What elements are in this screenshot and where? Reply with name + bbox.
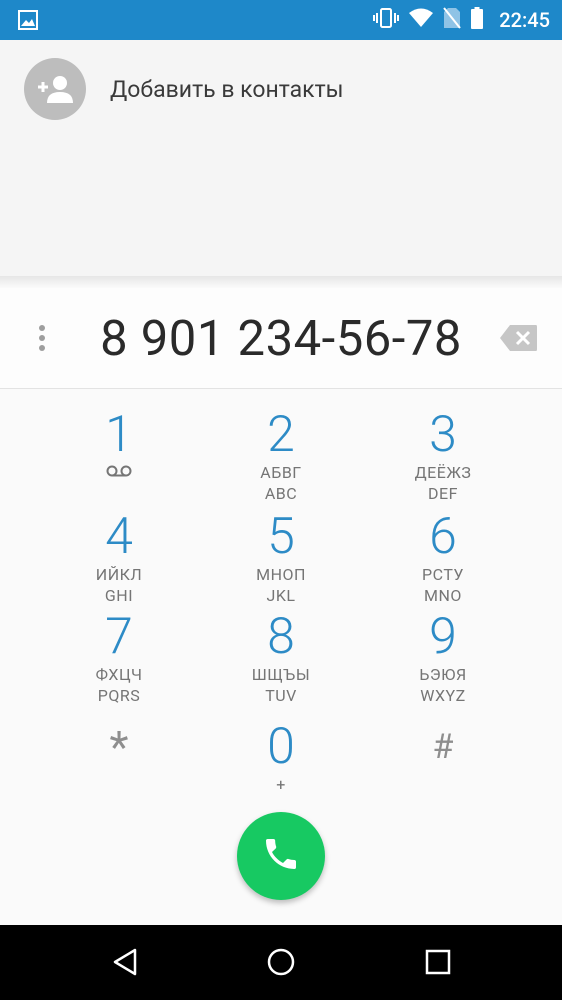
key-letters-ru: ФХЦЧ <box>95 665 143 684</box>
key-digit: 7 <box>105 608 133 666</box>
vibrate-icon <box>373 7 400 33</box>
key-letters-ru: АБВГ <box>260 463 302 482</box>
key-digit: 0 <box>267 718 295 776</box>
add-to-contacts-row[interactable]: Добавить в контакты <box>24 58 344 120</box>
key-letters-ru: РСТУ <box>422 565 464 584</box>
key-letters-en: TUV <box>265 686 297 705</box>
key-7[interactable]: 7 ФХЦЧ PQRS <box>44 610 194 706</box>
key-letters-en: DEF <box>428 484 458 503</box>
key-letters-ru: ЬЭЮЯ <box>419 665 467 684</box>
recents-icon[interactable] <box>424 947 452 981</box>
key-digit: 5 <box>267 508 295 566</box>
call-button[interactable] <box>237 812 325 900</box>
key-8[interactable]: 8 ШЩЪЫ TUV <box>206 610 356 706</box>
key-digit: 9 <box>429 608 457 666</box>
wifi-icon <box>409 8 434 32</box>
dialed-number[interactable]: 8 901 234-56-78 <box>0 310 562 367</box>
key-letters-ru: ИЙКЛ <box>95 565 143 584</box>
dialpad: 1 2 АБВГ ABC 3 ДЕЁЖЗ DEF 4 ИЙКЛ GHI 5 МН… <box>0 390 562 800</box>
key-plus: + <box>276 775 286 794</box>
key-6[interactable]: 6 РСТУ MNO <box>368 510 518 606</box>
key-hash[interactable]: # <box>368 720 518 774</box>
key-digit: 1 <box>105 406 133 464</box>
key-digit: 3 <box>429 406 457 464</box>
key-9[interactable]: 9 ЬЭЮЯ WXYZ <box>368 610 518 706</box>
no-sim-icon <box>443 7 462 33</box>
status-bar: 22:45 <box>0 0 562 40</box>
clock: 22:45 <box>499 8 550 32</box>
key-letters-ru: ДЕЁЖЗ <box>414 463 472 482</box>
key-5[interactable]: 5 МНОП JKL <box>206 510 356 606</box>
key-letters-ru: МНОП <box>256 565 306 584</box>
key-letters-ru: ШЩЪЫ <box>251 665 311 684</box>
key-digit: # <box>432 727 454 767</box>
divider-shadow <box>0 276 562 288</box>
back-icon[interactable] <box>110 947 140 981</box>
voicemail-icon <box>44 462 194 483</box>
key-digit: * <box>109 721 129 773</box>
key-4[interactable]: 4 ИЙКЛ GHI <box>44 510 194 606</box>
key-digit: 2 <box>267 406 295 464</box>
backspace-icon[interactable] <box>500 324 538 356</box>
navigation-bar <box>0 925 562 1000</box>
key-letters-en: JKL <box>266 586 296 605</box>
key-letters-en: MNO <box>424 586 462 605</box>
dial-field: 8 901 234-56-78 <box>0 288 562 389</box>
add-contact-icon <box>24 58 86 120</box>
phone-icon <box>261 834 301 878</box>
key-letters-en: GHI <box>104 586 134 605</box>
key-letters-en: PQRS <box>97 686 141 705</box>
add-to-contacts-label: Добавить в контакты <box>110 75 344 103</box>
key-star[interactable]: * <box>44 720 194 774</box>
key-0[interactable]: 0 + <box>206 720 356 795</box>
key-letters-en: ABC <box>264 484 298 503</box>
key-letters-en: WXYZ <box>420 686 466 705</box>
key-digit: 4 <box>105 508 133 566</box>
key-3[interactable]: 3 ДЕЁЖЗ DEF <box>368 408 518 504</box>
key-1[interactable]: 1 <box>44 408 194 483</box>
battery-icon <box>471 7 484 33</box>
gallery-icon <box>18 10 38 34</box>
key-2[interactable]: 2 АБВГ ABC <box>206 408 356 504</box>
contact-suggestion-area: Добавить в контакты <box>0 40 562 276</box>
home-icon[interactable] <box>266 947 296 981</box>
key-digit: 8 <box>267 608 295 666</box>
key-digit: 6 <box>429 508 457 566</box>
